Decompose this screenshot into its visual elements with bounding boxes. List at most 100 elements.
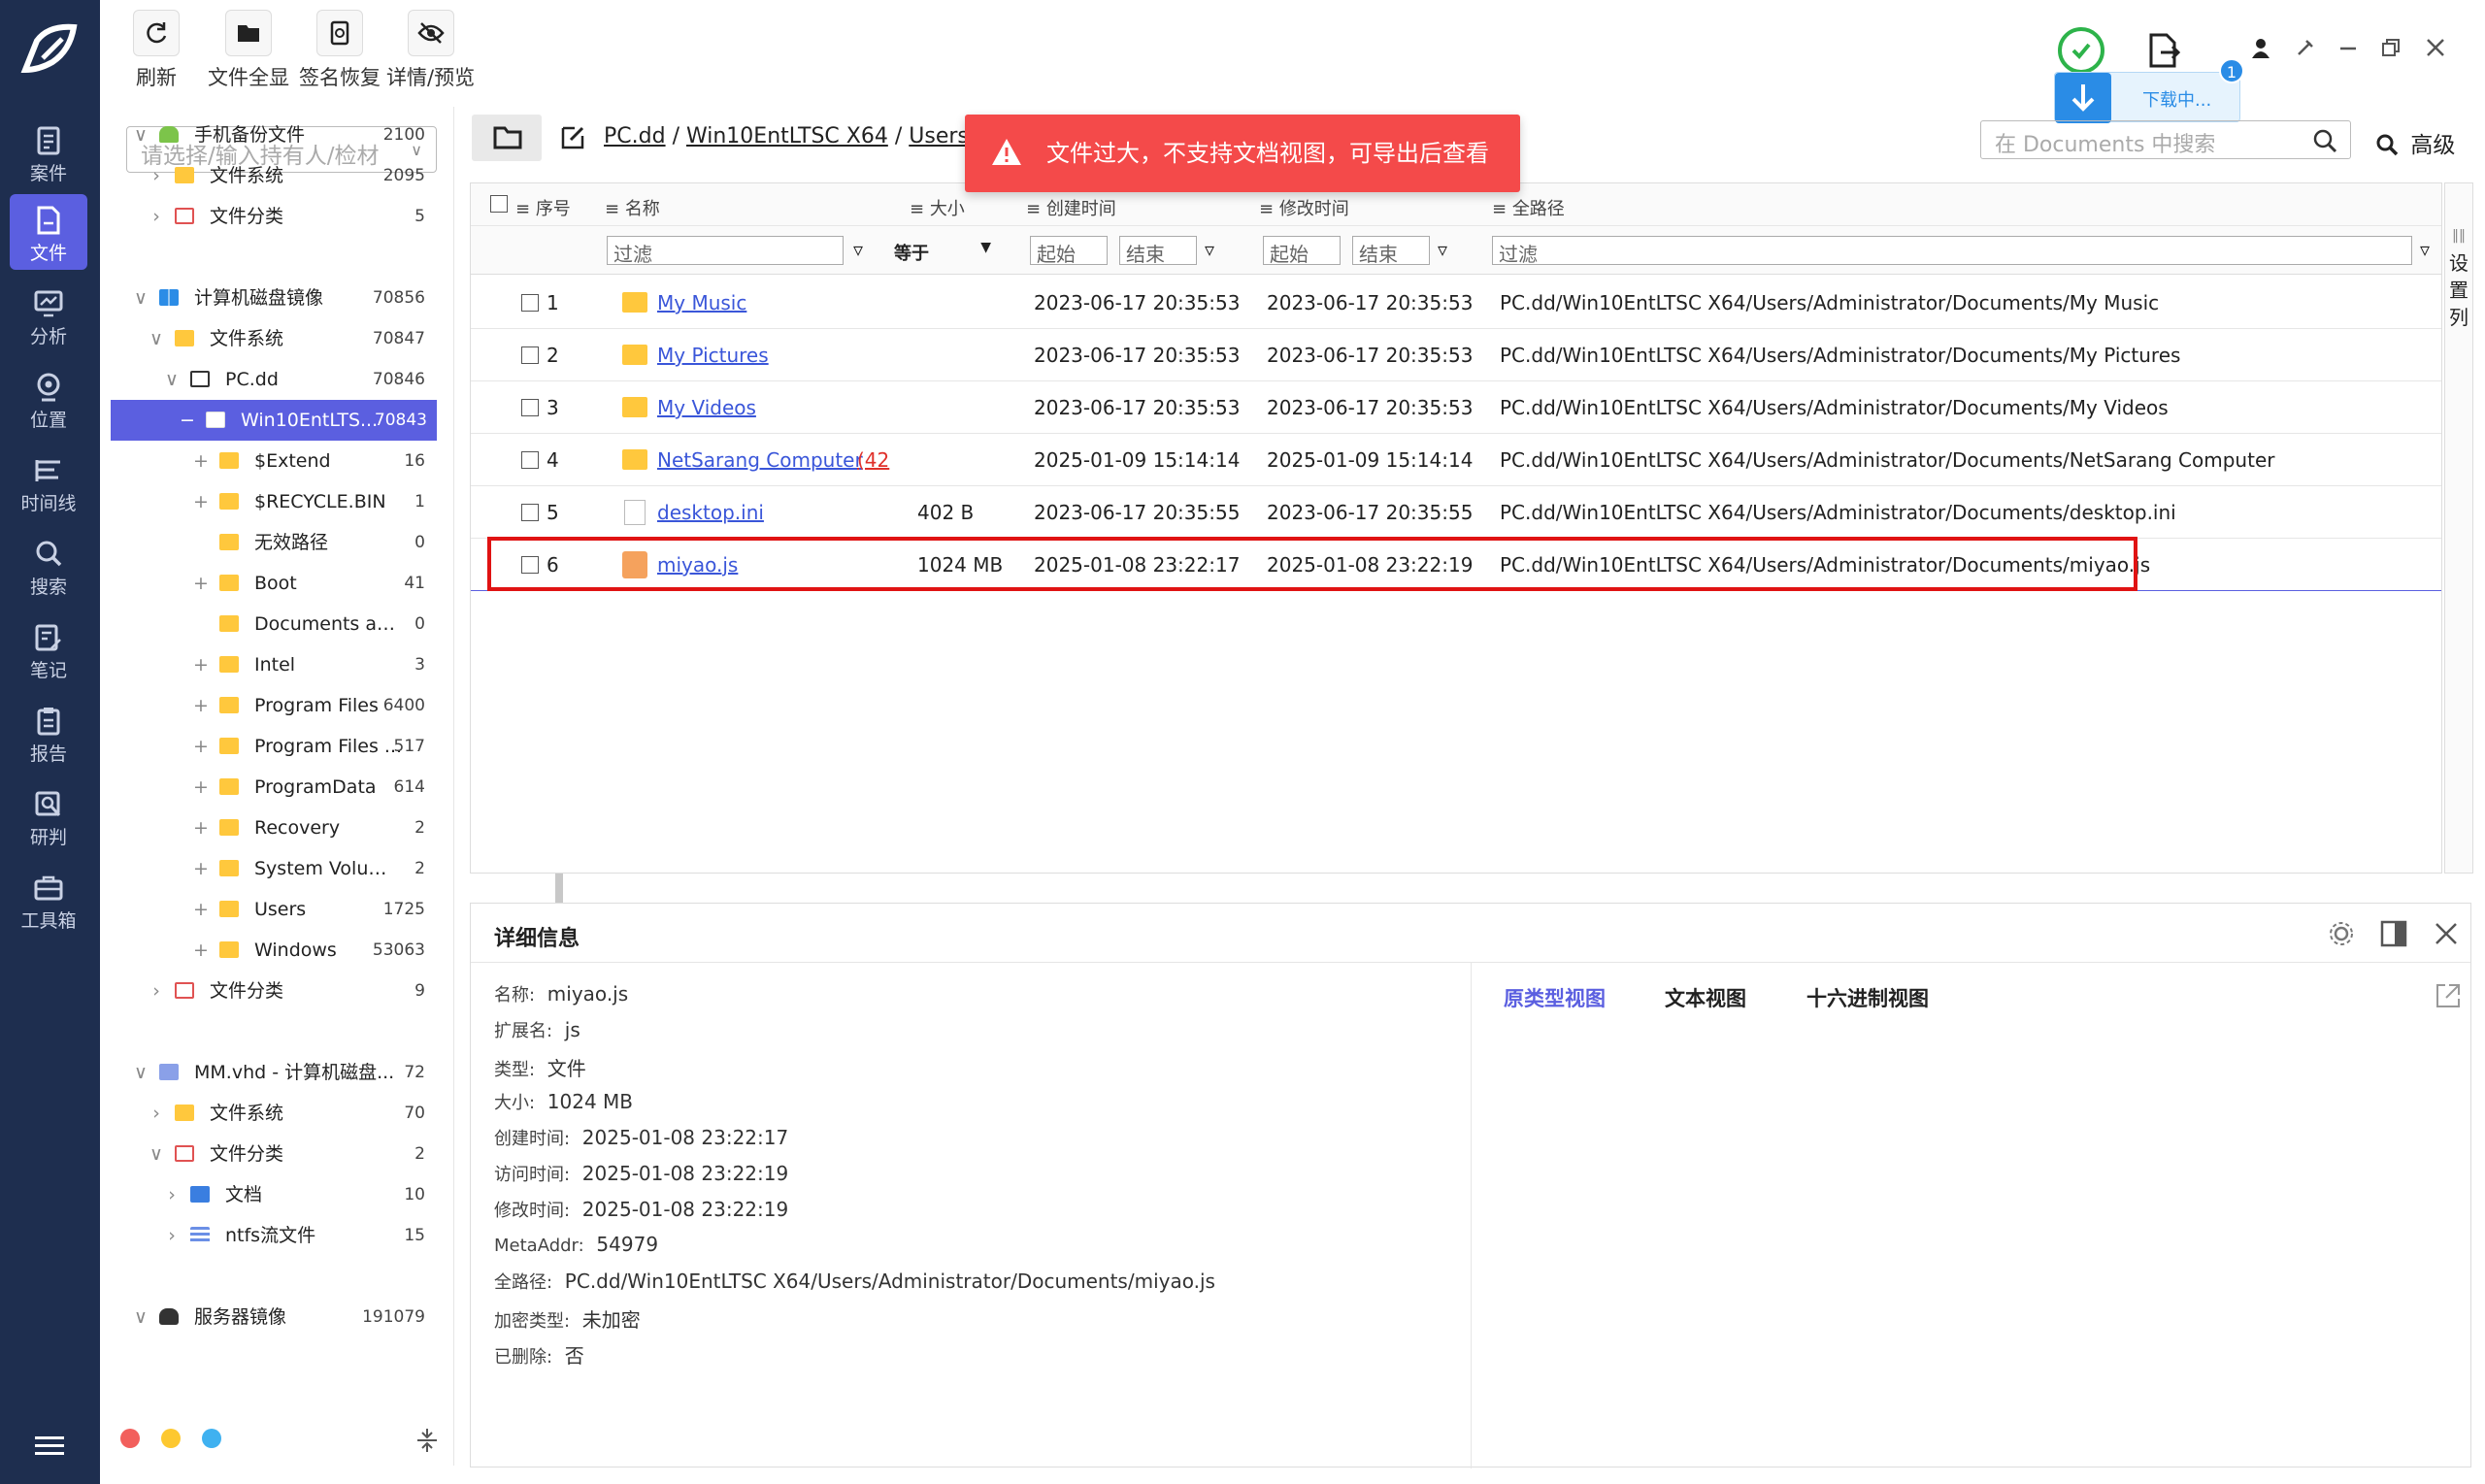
breadcrumb-users[interactable]: Users [909, 124, 969, 148]
search-icon[interactable] [2311, 127, 2338, 154]
nav-judge[interactable]: 研判 [10, 778, 87, 854]
breadcrumb-pcdd[interactable]: PC.dd [604, 124, 666, 148]
modified-start-input[interactable]: 起始 [1263, 236, 1341, 266]
tree-node[interactable]: ∨ 计算机磁盘镜像 70856 [111, 278, 435, 318]
show-all-button[interactable]: 文件全显 [208, 10, 289, 91]
expand-toggle-icon[interactable]: ∨ [132, 1052, 149, 1093]
nav-analysis[interactable]: 分析 [10, 278, 87, 353]
expand-toggle-icon[interactable]: + [192, 848, 210, 889]
expand-toggle-icon[interactable]: + [192, 644, 210, 685]
tree-node[interactable]: › 文件分类 5 [111, 196, 435, 237]
nav-note[interactable]: 笔记 [10, 611, 87, 687]
file-name-link[interactable]: desktop.ini [657, 486, 764, 539]
size-operator-select[interactable]: 等于 ▼ [894, 236, 991, 265]
expand-toggle-icon[interactable]: + [192, 726, 210, 767]
menu-icon[interactable] [35, 1436, 64, 1458]
refresh-button[interactable]: 刷新 [133, 10, 180, 91]
created-start-input[interactable]: 起始 [1030, 236, 1108, 266]
tree-node[interactable]: › 文件系统 70 [111, 1093, 435, 1134]
shield-status-icon[interactable] [2056, 25, 2106, 76]
tree-node[interactable]: Documents and ... 0 [111, 604, 435, 644]
nav-toolbox[interactable]: 工具箱 [10, 862, 87, 938]
file-name-link[interactable]: My Music [657, 277, 746, 329]
expand-toggle-icon[interactable]: + [192, 808, 210, 848]
close-icon[interactable] [2425, 37, 2446, 58]
created-end-input[interactable]: 结束 [1119, 236, 1197, 266]
external-open-icon[interactable] [2434, 981, 2463, 1010]
tree-node[interactable]: ∨ MM.vhd - 计算机磁盘... 72 [111, 1052, 435, 1093]
filter-icon[interactable]: ▿ [2420, 238, 2430, 261]
tree-node[interactable]: › ntfs流文件 15 [111, 1215, 435, 1256]
panel-toggle-icon[interactable] [2379, 919, 2408, 948]
breadcrumb-win10[interactable]: Win10EntLTSC X64 [686, 124, 888, 148]
modified-end-input[interactable]: 结束 [1352, 236, 1430, 266]
tree-node[interactable]: ∨ 文件分类 2 [111, 1134, 435, 1174]
expand-toggle-icon[interactable]: ∨ [163, 359, 181, 400]
row-checkbox[interactable] [521, 346, 539, 364]
tree-node[interactable]: 无效路径 0 [111, 522, 435, 563]
header-name[interactable]: ≡ 名称 [605, 195, 660, 220]
tree-node[interactable]: + Users 1725 [111, 889, 435, 930]
file-name-link[interactable]: My Pictures [657, 329, 769, 381]
tree-node[interactable]: › 文件分类 9 [111, 971, 435, 1011]
pin-icon[interactable] [2295, 37, 2316, 58]
nav-report[interactable]: 报告 [10, 695, 87, 771]
expand-toggle-icon[interactable]: + [192, 481, 210, 522]
tree-node[interactable]: + Windows 53063 [111, 930, 435, 971]
expand-toggle-icon[interactable]: + [192, 930, 210, 971]
expand-toggle-icon[interactable]: ∨ [148, 318, 165, 359]
file-name-link[interactable]: My Videos [657, 381, 756, 434]
user-icon[interactable] [2250, 37, 2271, 58]
tree-node[interactable]: › 文档 10 [111, 1174, 435, 1215]
tree-node[interactable]: + Recovery 2 [111, 808, 435, 848]
folder-view-button[interactable] [472, 115, 542, 161]
gear-icon[interactable] [2327, 919, 2356, 948]
expand-toggle-icon[interactable]: › [163, 1215, 181, 1256]
restore-icon[interactable] [2380, 37, 2402, 58]
expand-toggle-icon[interactable]: › [148, 1093, 165, 1134]
expand-toggle-icon[interactable]: + [192, 441, 210, 481]
nav-case[interactable]: 案件 [10, 115, 87, 190]
search-input[interactable]: 在 Documents 中搜索 [1980, 120, 2351, 159]
nav-file[interactable]: 文件 [10, 194, 87, 270]
filter-icon[interactable]: ▿ [1205, 238, 1214, 261]
expand-toggle-icon[interactable]: ∨ [132, 278, 149, 318]
tree-node[interactable]: + System Volume ... 2 [111, 848, 435, 889]
filter-icon[interactable]: ▿ [853, 238, 863, 261]
expand-toggle-icon[interactable]: ∨ [132, 1297, 149, 1337]
header-modified[interactable]: ≡ 修改时间 [1259, 195, 1349, 220]
table-row[interactable]: 5 desktop.ini 402 B 2023-06-17 20:35:55 2023… [471, 486, 2441, 539]
advanced-search-button[interactable]: 高级 [2374, 126, 2455, 159]
expand-toggle-icon[interactable]: + [192, 889, 210, 930]
table-row[interactable]: 2 My Pictures 2023-06-17 20:35:53 2023-06-1… [471, 329, 2441, 381]
tree-node[interactable]: + Boot 41 [111, 563, 435, 604]
expand-toggle-icon[interactable]: + [192, 685, 210, 726]
filter-icon[interactable]: ▿ [1438, 238, 1447, 261]
table-row[interactable]: 1 My Music 2023-06-17 20:35:53 2023-06-17 2… [471, 277, 2441, 329]
expand-toggle-icon[interactable]: − [179, 400, 196, 441]
detail-splitter[interactable] [1471, 962, 1472, 1468]
header-seq[interactable]: ≡ 序号 [515, 195, 571, 220]
close-detail-icon[interactable] [2434, 921, 2459, 946]
tab-hex-view[interactable]: 十六进制视图 [1806, 983, 1929, 1012]
expand-toggle-icon[interactable]: › [148, 971, 165, 1011]
expand-toggle-icon[interactable]: ∨ [132, 115, 149, 155]
tree-node[interactable]: + Intel 3 [111, 644, 435, 685]
row-checkbox[interactable] [521, 451, 539, 469]
edit-path-icon[interactable] [559, 124, 586, 151]
table-row[interactable]: 4 NetSarang Computer (42 2025-01-09 15:14:1… [471, 434, 2441, 486]
minimize-icon[interactable] [2337, 37, 2359, 58]
name-filter-input[interactable]: 过滤 [607, 236, 844, 266]
nav-location[interactable]: 位置 [10, 361, 87, 437]
export-file-icon[interactable] [2147, 33, 2180, 68]
expand-toggle-icon[interactable]: ∨ [148, 1134, 165, 1174]
row-checkbox[interactable] [521, 294, 539, 312]
tree-node[interactable]: + Program Files 6400 [111, 685, 435, 726]
tree-node[interactable]: + Program Files ... 517 [111, 726, 435, 767]
nav-search[interactable]: 搜索 [10, 528, 87, 604]
header-created[interactable]: ≡ 创建时间 [1026, 195, 1116, 220]
tree-node[interactable]: ∨ 手机备份文件 2100 [111, 115, 435, 155]
table-row[interactable]: 3 My Videos 2023-06-17 20:35:53 2023-06-17 … [471, 381, 2441, 434]
select-all-checkbox[interactable] [490, 195, 508, 213]
path-filter-input[interactable]: 过滤 [1492, 236, 2412, 266]
